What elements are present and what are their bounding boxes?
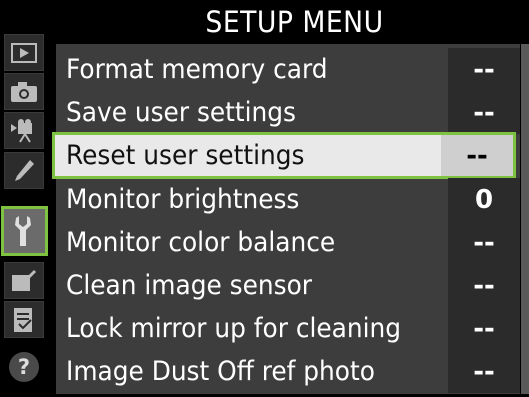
menu-item-value: -- — [448, 350, 520, 393]
tab-playback[interactable] — [4, 34, 44, 71]
menu-item-value: -- — [448, 91, 520, 134]
menu-item-label: Format memory card — [66, 54, 328, 85]
menu-item-value: -- — [441, 135, 513, 176]
menu-item-lock-mirror-up[interactable]: Lock mirror up for cleaning -- — [56, 307, 520, 350]
my-menu-icon — [14, 307, 32, 332]
menu-item-value: -- — [448, 264, 520, 307]
menu-item-value: -- — [448, 221, 520, 264]
movie-icon — [11, 118, 32, 143]
setup-menu-list: Format memory card -- Save user settings… — [52, 44, 520, 394]
wrench-icon — [14, 216, 31, 246]
menu-item-label: Reset user settings — [66, 140, 305, 171]
menu-item-value: -- — [448, 48, 520, 91]
menu-item-format-memory-card[interactable]: Format memory card -- — [56, 48, 520, 91]
menu-item-clean-image-sensor[interactable]: Clean image sensor -- — [56, 264, 520, 307]
tab-custom-settings[interactable] — [4, 152, 44, 189]
playback-icon — [11, 42, 37, 63]
page-title: SETUP MENU — [205, 5, 384, 39]
tab-movie[interactable] — [4, 112, 44, 149]
camera-icon — [11, 81, 37, 102]
tab-setup[interactable] — [1, 206, 48, 256]
tab-my-menu[interactable] — [4, 301, 44, 338]
scrollbar[interactable] — [521, 44, 529, 394]
menu-item-value: 0 — [448, 178, 520, 221]
scrollbar-thumb[interactable] — [521, 44, 529, 394]
menu-item-monitor-color-balance[interactable]: Monitor color balance -- — [56, 221, 520, 264]
tab-shooting[interactable] — [4, 73, 44, 110]
menu-item-value: -- — [448, 307, 520, 350]
pencil-icon — [15, 159, 34, 181]
menu-item-label: Lock mirror up for cleaning — [66, 313, 402, 344]
menu-item-label: Monitor brightness — [66, 184, 300, 215]
menu-item-monitor-brightness[interactable]: Monitor brightness 0 — [56, 178, 520, 221]
menu-item-label: Image Dust Off ref photo — [66, 356, 375, 387]
menu-item-reset-user-settings[interactable]: Reset user settings -- — [52, 132, 516, 179]
menu-item-label: Clean image sensor — [66, 270, 312, 301]
menu-item-label: Save user settings — [66, 97, 297, 128]
help-icon[interactable]: ? — [9, 352, 39, 382]
menu-item-image-dust-off[interactable]: Image Dust Off ref photo -- — [56, 350, 520, 393]
menu-item-save-user-settings[interactable]: Save user settings -- — [56, 91, 520, 134]
menu-item-label: Monitor color balance — [66, 227, 336, 258]
menu-tab-sidebar: ? — [0, 0, 50, 397]
retouch-icon — [12, 269, 37, 291]
tab-retouch[interactable] — [4, 262, 44, 299]
